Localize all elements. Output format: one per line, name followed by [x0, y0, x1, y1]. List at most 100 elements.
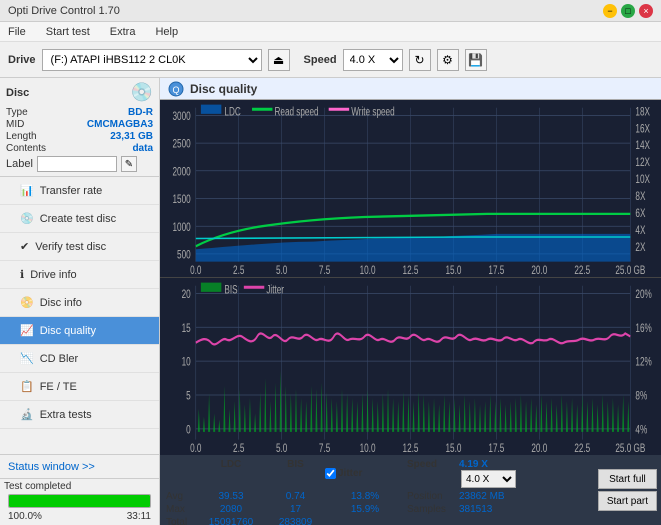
svg-text:Read speed: Read speed	[275, 106, 319, 119]
status-window-label: Status window >>	[8, 461, 95, 473]
titlebar: Opti Drive Control 1.70 − □ ×	[0, 0, 661, 22]
svg-text:500: 500	[177, 249, 191, 262]
sidebar-item-cd-bler[interactable]: 📉 CD Bler	[0, 345, 159, 373]
start-full-button[interactable]: Start full	[598, 469, 657, 489]
svg-text:2000: 2000	[172, 166, 190, 179]
progress-bar-container	[8, 494, 151, 508]
sidebar-item-label: Extra tests	[40, 409, 92, 421]
total-ldc: 15091760	[196, 517, 266, 525]
svg-text:20: 20	[182, 289, 191, 302]
svg-text:0.0: 0.0	[190, 442, 202, 455]
refresh-button[interactable]: ↻	[409, 49, 431, 71]
speed-select[interactable]: 4.0 X	[343, 49, 403, 71]
upper-chart: 3000 2500 2000 1500 1000 500 18X 16X 14X…	[160, 100, 661, 278]
window-controls: − □ ×	[603, 4, 653, 18]
lower-chart-svg: 20 15 10 5 0 20% 16% 12% 8% 4% 0.0 2.5 5…	[160, 278, 661, 455]
jitter-checkbox[interactable]	[325, 468, 336, 479]
start-part-button[interactable]: Start part	[598, 491, 657, 511]
svg-text:3000: 3000	[172, 111, 190, 124]
menu-starttest[interactable]: Start test	[42, 25, 94, 39]
svg-text:0.0: 0.0	[190, 264, 202, 277]
disc-quality-icon: Q	[168, 81, 184, 97]
avg-bis: 0.74	[268, 491, 323, 502]
sidebar-item-label: Verify test disc	[35, 241, 106, 253]
svg-text:16%: 16%	[635, 322, 651, 335]
svg-text:5.0: 5.0	[276, 442, 288, 455]
sidebar-item-create-test-disc[interactable]: 💿 Create test disc	[0, 205, 159, 233]
speed-stat-header: Speed	[407, 459, 457, 488]
avg-ldc: 39.53	[196, 491, 266, 502]
disc-contents-label: Contents	[6, 143, 46, 154]
save-button[interactable]: 💾	[465, 49, 487, 71]
sidebar-item-extra-tests[interactable]: 🔬 Extra tests	[0, 401, 159, 429]
total-bis: 283809	[268, 517, 323, 525]
sidebar-item-label: Disc quality	[40, 325, 96, 337]
disc-quality-header: Q Disc quality	[160, 78, 661, 100]
svg-text:Write speed: Write speed	[351, 106, 395, 119]
drive-select[interactable]: (F:) ATAPI iHBS112 2 CL0K	[42, 49, 262, 71]
app-title: Opti Drive Control 1.70	[8, 5, 120, 17]
svg-text:16X: 16X	[635, 123, 650, 136]
disc-quality-title: Disc quality	[190, 82, 257, 96]
disc-length-row: Length 23,31 GB	[6, 131, 153, 142]
svg-text:7.5: 7.5	[319, 264, 331, 277]
svg-text:Q: Q	[172, 85, 179, 95]
disc-mid-value: CMCMAGBA3	[87, 119, 153, 130]
position-label: Position	[407, 491, 457, 502]
svg-text:15.0: 15.0	[445, 264, 461, 277]
disc-type-value: BD-R	[128, 107, 153, 118]
action-buttons: Start full Start part	[594, 455, 661, 525]
disc-label-button[interactable]: ✎	[121, 156, 137, 172]
menu-help[interactable]: Help	[151, 25, 182, 39]
sidebar-item-verify-test-disc[interactable]: ✔ Verify test disc	[0, 233, 159, 261]
disc-label-label: Label	[6, 158, 33, 170]
main-area: Disc 💿 Type BD-R MID CMCMAGBA3 Length 23…	[0, 78, 661, 525]
svg-text:15: 15	[182, 322, 191, 335]
status-window-button[interactable]: Status window >>	[0, 455, 159, 479]
svg-text:20.0: 20.0	[531, 442, 547, 455]
max-ldc: 2080	[196, 504, 266, 515]
sidebar-item-disc-info[interactable]: 📀 Disc info	[0, 289, 159, 317]
svg-text:22.5: 22.5	[574, 442, 590, 455]
samples-value: 381513	[459, 504, 529, 515]
disc-label-input[interactable]	[37, 156, 117, 172]
status-completed-text: Test completed	[4, 481, 155, 492]
svg-text:2500: 2500	[172, 138, 190, 151]
maximize-button[interactable]: □	[621, 4, 635, 18]
svg-text:17.5: 17.5	[488, 442, 504, 455]
sidebar-item-drive-info[interactable]: ℹ Drive info	[0, 261, 159, 289]
close-button[interactable]: ×	[639, 4, 653, 18]
fe-te-icon: 📋	[20, 380, 34, 393]
speed-stat-select[interactable]: 4.0 X	[461, 470, 516, 488]
disc-contents-row: Contents data	[6, 143, 153, 154]
sidebar-item-disc-quality[interactable]: 📈 Disc quality	[0, 317, 159, 345]
position-value: 23862 MB	[459, 491, 529, 502]
sidebar-item-label: Disc info	[40, 297, 82, 309]
max-jitter: 15.9%	[325, 504, 405, 515]
menu-extra[interactable]: Extra	[106, 25, 140, 39]
ldc-header: LDC	[196, 459, 266, 488]
sidebar-item-fe-te[interactable]: 📋 FE / TE	[0, 373, 159, 401]
max-label: Max	[166, 504, 194, 515]
minimize-button[interactable]: −	[603, 4, 617, 18]
svg-text:20%: 20%	[635, 289, 651, 302]
svg-text:2.5: 2.5	[233, 264, 245, 277]
sidebar-item-transfer-rate[interactable]: 📊 Transfer rate	[0, 177, 159, 205]
transfer-rate-icon: 📊	[20, 184, 34, 197]
settings-button[interactable]: ⚙	[437, 49, 459, 71]
stats-panel: LDC BIS Jitter Speed 4.19 X 4.0 X	[160, 455, 594, 525]
svg-text:Jitter: Jitter	[266, 284, 284, 297]
svg-text:4X: 4X	[635, 224, 645, 237]
speed-stat-value: 4.19 X 4.0 X	[459, 459, 514, 488]
eject-button[interactable]: ⏏	[268, 49, 290, 71]
svg-text:10.0: 10.0	[360, 264, 376, 277]
sidebar-item-label: Create test disc	[40, 213, 116, 225]
disc-type-row: Type BD-R	[6, 107, 153, 118]
stats-header-row: LDC BIS Jitter Speed 4.19 X 4.0 X	[166, 457, 588, 490]
menu-file[interactable]: File	[4, 25, 30, 39]
status-section: Status window >> Test completed 100.0% 3…	[0, 454, 159, 525]
max-row: Max 2080 17 15.9% Samples 381513	[166, 503, 588, 516]
sidebar-item-label: Transfer rate	[40, 185, 103, 197]
svg-text:2X: 2X	[635, 241, 645, 254]
svg-text:17.5: 17.5	[488, 264, 504, 277]
